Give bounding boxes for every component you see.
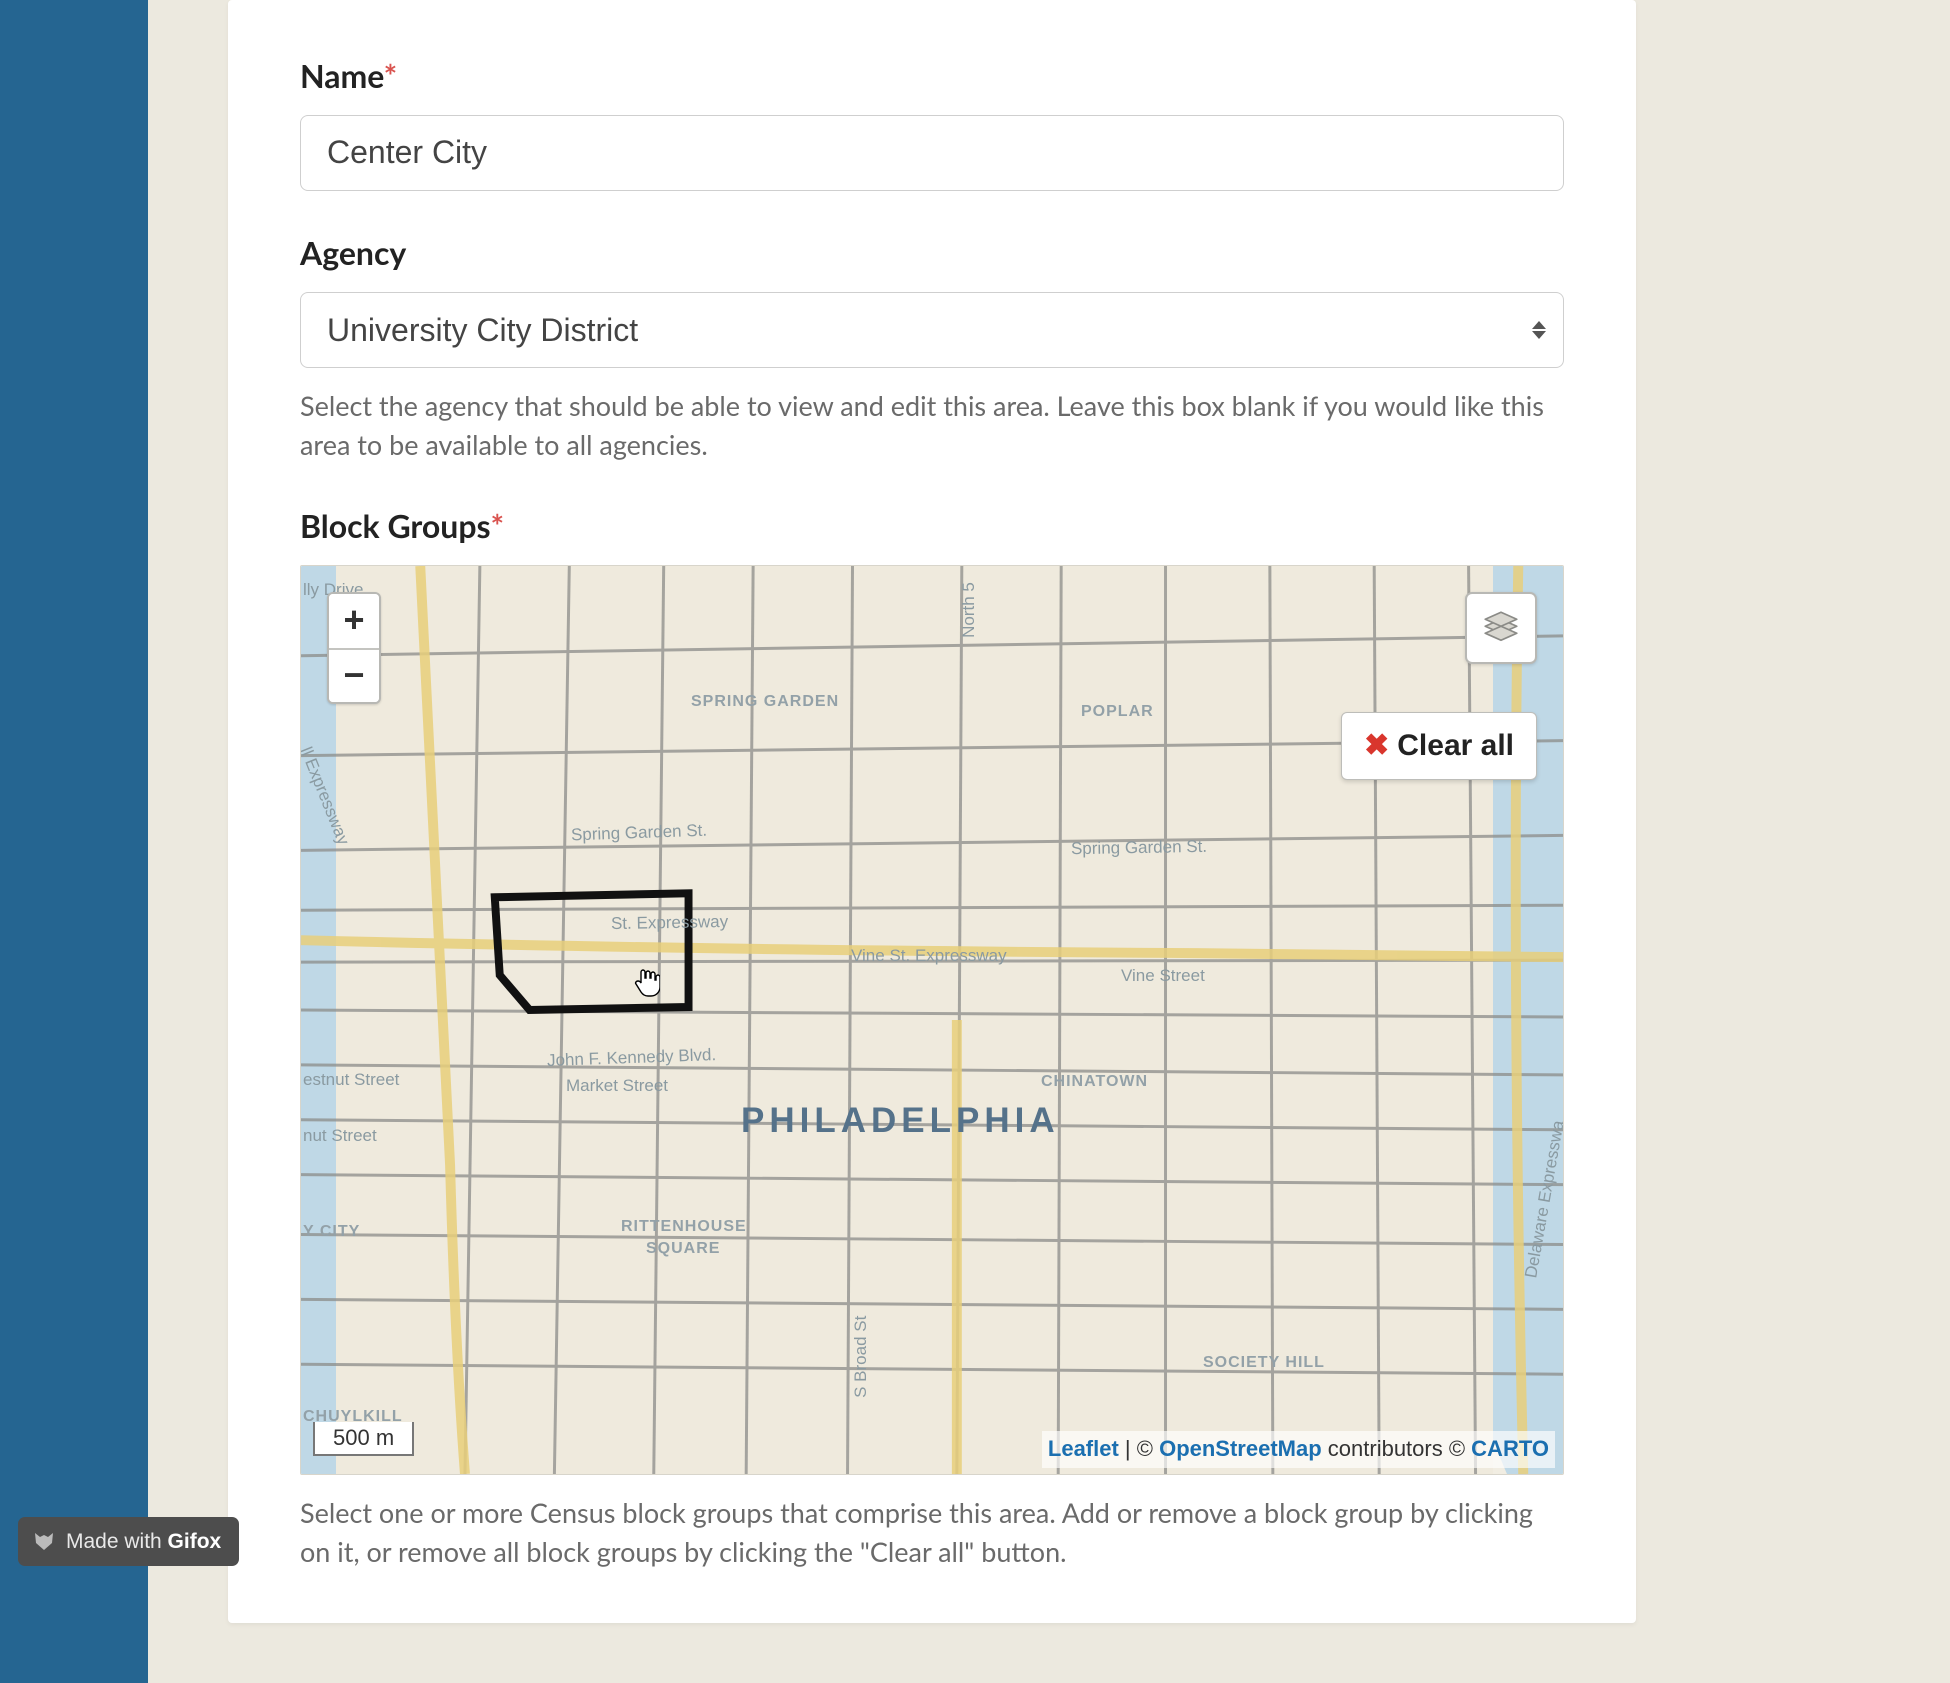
- hood-rittenhouse2: SQUARE: [646, 1238, 720, 1260]
- road-market: Market Street: [566, 1074, 668, 1098]
- hood-chinatown: CHINATOWN: [1041, 1071, 1148, 1093]
- osm-link[interactable]: OpenStreetMap: [1159, 1436, 1322, 1461]
- agency-select[interactable]: University City District: [300, 292, 1564, 368]
- fox-icon: [32, 1529, 56, 1553]
- name-label: Name*: [300, 54, 397, 99]
- layers-button[interactable]: [1465, 592, 1537, 664]
- gifox-watermark: Made with Gifox: [18, 1517, 239, 1566]
- close-icon: ✖: [1364, 725, 1389, 767]
- carto-link[interactable]: CARTO: [1471, 1436, 1549, 1461]
- road-vine-expwy: Vine St. Expressway: [851, 944, 1007, 968]
- road-north-5: North 5: [957, 582, 981, 638]
- leaflet-link[interactable]: Leaflet: [1048, 1436, 1119, 1461]
- agency-help-text: Select the agency that should be able to…: [300, 386, 1564, 464]
- hood-poplar: POPLAR: [1081, 701, 1154, 723]
- required-mark: *: [384, 56, 398, 95]
- map-attribution: Leaflet | © OpenStreetMap contributors ©…: [1042, 1431, 1555, 1468]
- hood-rittenhouse1: RITTENHOUSE: [621, 1216, 747, 1238]
- map-grid: [301, 566, 1563, 1474]
- clear-all-button[interactable]: ✖ Clear all: [1341, 712, 1537, 780]
- hood-spring-garden: SPRING GARDEN: [691, 691, 839, 713]
- required-mark: *: [490, 506, 504, 545]
- block-groups-map[interactable]: PHILADELPHIA SPRING GARDEN POPLAR CHINAT…: [300, 565, 1564, 1475]
- agency-label: Agency: [300, 231, 406, 276]
- block-groups-label: Block Groups*: [300, 504, 504, 549]
- road-vine-st: Vine Street: [1121, 964, 1205, 988]
- zoom-out-button[interactable]: −: [329, 648, 379, 702]
- map-city-label: PHILADELPHIA: [741, 1096, 1060, 1145]
- zoom-control: + −: [327, 592, 381, 704]
- hood-y-city: Y CITY: [303, 1221, 360, 1243]
- hood-society-hill: SOCIETY HILL: [1203, 1352, 1325, 1374]
- zoom-in-button[interactable]: +: [329, 594, 379, 648]
- road-walnut: nut Street: [303, 1124, 377, 1148]
- layers-icon: [1480, 607, 1522, 649]
- scale-indicator: 500 m: [313, 1422, 414, 1456]
- block-groups-help-text: Select one or more Census block groups t…: [300, 1493, 1564, 1571]
- road-st-expwy: St. Expressway: [611, 910, 729, 936]
- name-input[interactable]: [300, 115, 1564, 191]
- road-spring-garden-2: Spring Garden St.: [1071, 834, 1207, 860]
- road-s-broad: S Broad St: [849, 1315, 873, 1397]
- form-card: Name* Agency University City District Se…: [228, 0, 1636, 1623]
- left-sidebar: [0, 0, 148, 1683]
- road-spring-garden-1: Spring Garden St.: [571, 818, 708, 847]
- road-chestnut: estnut Street: [303, 1068, 399, 1092]
